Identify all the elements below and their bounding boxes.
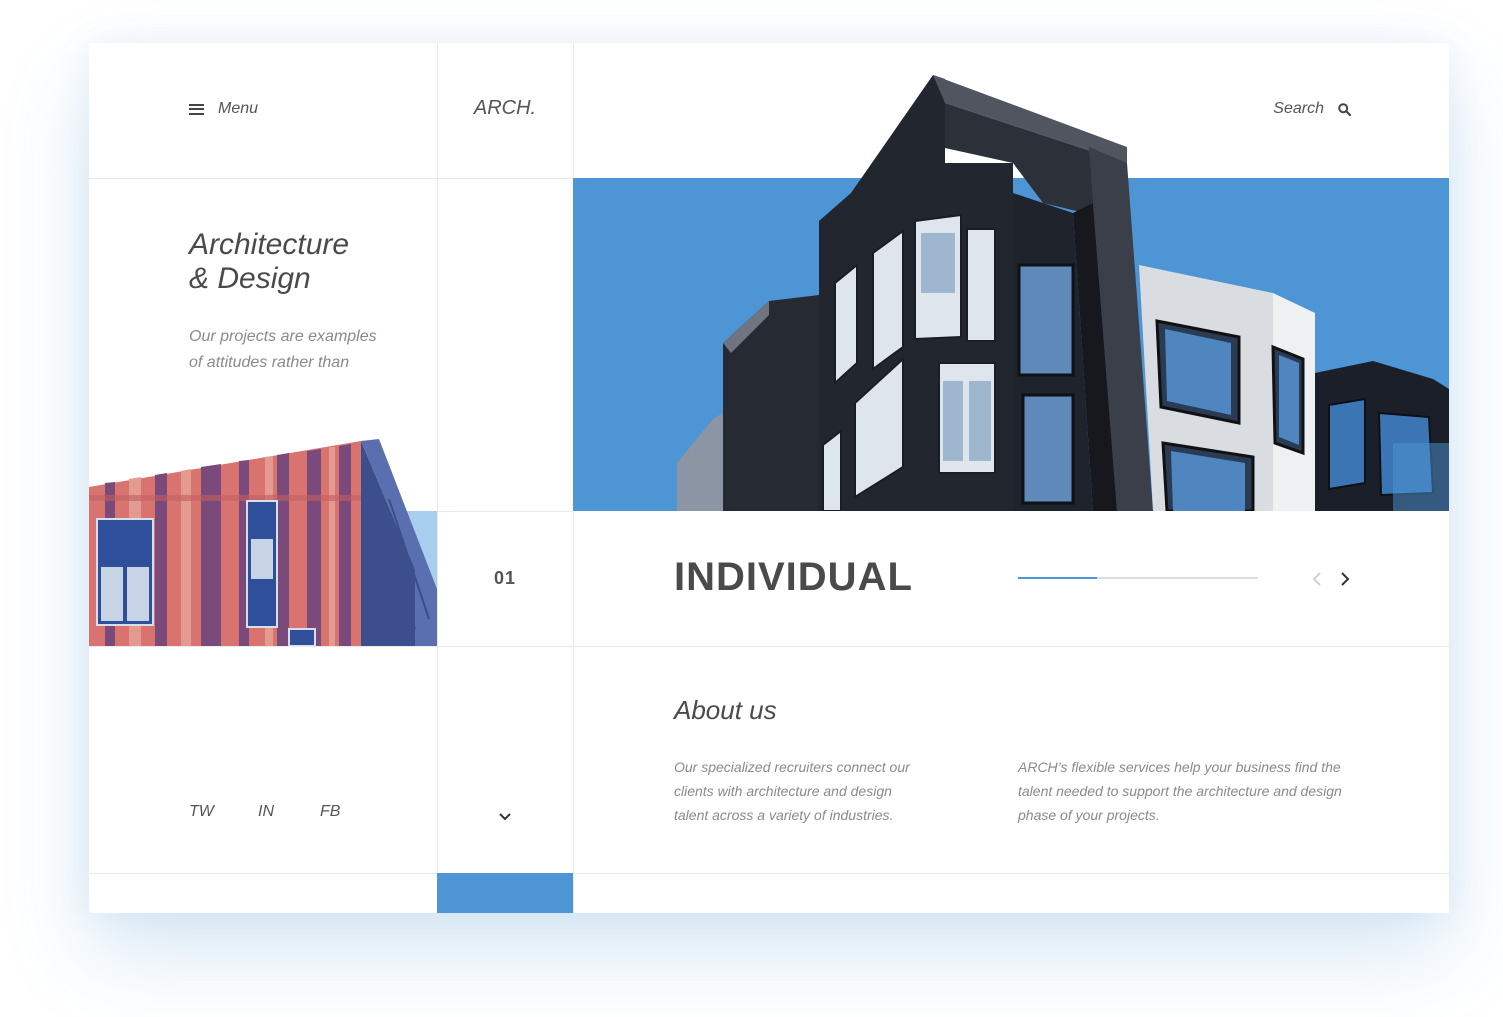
page-title: Architecture & Design <box>189 228 349 296</box>
intro-line: of attitudes rather than <box>189 354 350 371</box>
chevron-down-icon <box>499 813 511 821</box>
chevron-left-icon <box>1312 572 1321 586</box>
accent-block <box>437 873 573 913</box>
intro-line: Our projects are examples <box>189 328 377 345</box>
headline-line: & Design <box>189 262 311 295</box>
slide-counter: 01 <box>493 568 517 588</box>
scroll-down-button[interactable] <box>497 809 513 825</box>
grid-divider <box>89 178 573 179</box>
next-slide-button[interactable] <box>1337 567 1353 591</box>
logo[interactable]: ARCH. <box>437 97 573 120</box>
menu-label: Menu <box>218 100 259 117</box>
grid-divider <box>89 873 1449 874</box>
slide-progress <box>1018 577 1258 579</box>
hamburger-icon <box>189 103 204 115</box>
pink-building-image <box>89 439 437 646</box>
grid-divider <box>437 43 438 913</box>
social-link-tw[interactable]: TW <box>189 803 214 821</box>
headline-line: Architecture <box>189 228 350 261</box>
social-link-fb[interactable]: FB <box>320 803 340 821</box>
slide-title: INDIVIDUAL <box>674 555 913 599</box>
about-paragraph: Our specialized recruiters connect our c… <box>674 759 910 823</box>
about-paragraph: ARCH’s flexible services help your busin… <box>1018 759 1342 823</box>
search-icon <box>1338 102 1351 116</box>
grid-divider <box>437 511 573 512</box>
search-button[interactable]: Search <box>1273 100 1351 118</box>
social-link-in[interactable]: IN <box>258 803 274 821</box>
page-card: Menu ARCH. Search Architecture & Design … <box>89 43 1449 913</box>
menu-button[interactable]: Menu <box>189 100 258 118</box>
about-title: About us <box>674 695 777 725</box>
prev-slide-button[interactable] <box>1309 567 1325 591</box>
grid-divider <box>89 646 1449 647</box>
intro-text: Our projects are examples of attitudes r… <box>189 324 409 376</box>
chevron-right-icon <box>1341 572 1350 586</box>
search-label: Search <box>1273 100 1324 117</box>
slide-progress-fill <box>1018 577 1098 579</box>
